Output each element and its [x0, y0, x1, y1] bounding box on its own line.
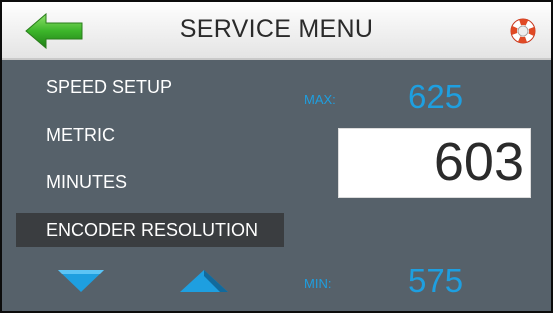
page-title: SERVICE MENU	[179, 15, 374, 43]
up-triangle-icon	[180, 270, 228, 292]
menu-item-encoder-resolution[interactable]: ENCODER RESOLUTION	[16, 213, 284, 247]
help-button[interactable]	[508, 16, 538, 46]
menu-item-label: ENCODER RESOLUTION	[46, 220, 259, 240]
increase-button[interactable]	[180, 270, 228, 297]
lifebuoy-icon	[510, 18, 536, 44]
menu-item-label: SPEED SETUP	[46, 77, 173, 97]
down-triangle-icon	[58, 270, 104, 292]
max-value: 625	[408, 78, 464, 115]
menu-item-label: METRIC	[46, 125, 115, 145]
min-label: MIN:	[304, 276, 332, 291]
service-menu-screen: SERVICE MENU SPEED SETUP METRIC MINUTES …	[0, 0, 553, 313]
menu-item-metric[interactable]: METRIC	[16, 118, 284, 152]
menu-item-speed-setup[interactable]: SPEED SETUP	[16, 70, 284, 104]
title-bar: SERVICE MENU	[2, 2, 551, 60]
menu-item-label: MINUTES	[46, 172, 127, 192]
value-field[interactable]: 603	[338, 128, 531, 198]
menu-item-minutes[interactable]: MINUTES	[16, 165, 284, 199]
min-value: 575	[408, 262, 464, 299]
current-value: 603	[433, 132, 524, 192]
max-label: MAX:	[304, 92, 336, 107]
decrease-button[interactable]	[58, 270, 104, 297]
